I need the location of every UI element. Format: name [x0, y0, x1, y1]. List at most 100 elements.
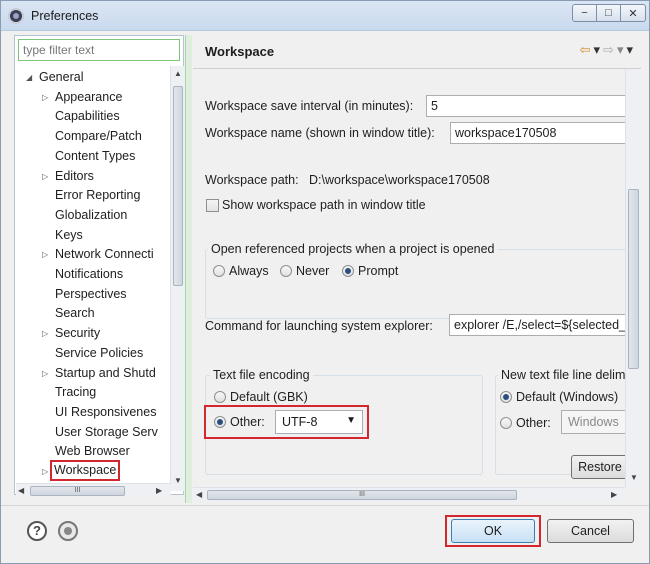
open-projects-group: Open referenced projects when a project …: [205, 242, 625, 319]
dropdown-arrow-icon: ▼: [346, 415, 356, 426]
open-always-radio[interactable]: [213, 265, 225, 277]
tree-item-label: Capabilities: [55, 109, 120, 124]
tree-item-label: Tracing: [55, 385, 97, 400]
workspace-name-field[interactable]: workspace170508: [450, 122, 625, 144]
ok-button[interactable]: OK: [451, 519, 535, 543]
tree-item-label: Error Reporting: [55, 188, 141, 203]
maximize-button[interactable]: □: [596, 4, 621, 22]
filter-input[interactable]: type filter text: [18, 39, 180, 61]
page-scroll-thumb[interactable]: [628, 189, 639, 369]
tree-item-label: Compare/Patch: [55, 129, 142, 144]
line-other-select[interactable]: Windows: [561, 410, 625, 434]
tree-item-label: UI Responsivenes: [55, 404, 157, 419]
expand-icon[interactable]: ▷: [42, 364, 48, 383]
page-scroll-left-icon[interactable]: ◀: [196, 490, 202, 499]
open-projects-legend: Open referenced projects when a project …: [208, 242, 498, 256]
eclipse-icon: [8, 8, 24, 24]
forward-arrow-icon[interactable]: ⇨: [603, 42, 614, 58]
tree-item-label: Network Connecti: [55, 247, 154, 262]
encoding-select[interactable]: UTF-8 ▼: [275, 410, 363, 434]
page-scroll-down-icon[interactable]: ▼: [630, 473, 638, 482]
page-hscroll-thumb[interactable]: III: [207, 490, 517, 500]
tree-item-label: Perspectives: [55, 286, 127, 301]
open-never-label: Never: [296, 264, 330, 278]
tree-vertical-scrollbar[interactable]: ▲ ▼: [170, 66, 184, 491]
tree-item-label: Globalization: [55, 207, 128, 222]
page-navigation: ⇦ ▾ ⇨ ▾ ▾: [580, 42, 633, 58]
encoding-other-label: Other:: [230, 415, 265, 429]
back-arrow-icon[interactable]: ⇦: [580, 42, 591, 58]
expand-icon[interactable]: ▷: [42, 88, 48, 107]
line-default-label: Default (Windows): [516, 390, 619, 404]
page-title: Workspace: [205, 44, 275, 59]
open-always-label: Always: [229, 264, 269, 278]
tree-item-label: Keys: [55, 227, 83, 242]
save-interval-field[interactable]: 5: [426, 95, 625, 117]
workspace-path-label: Workspace path:: [205, 173, 299, 187]
tree-item-label: Startup and Shutd: [55, 365, 156, 380]
collapse-icon[interactable]: ◢: [26, 68, 32, 87]
scroll-right-icon[interactable]: ▶: [156, 486, 162, 495]
encoding-select-value: UTF-8: [282, 415, 318, 429]
panel-sash[interactable]: [185, 35, 192, 503]
line-default-radio[interactable]: [500, 391, 512, 403]
tree-item-label: Service Policies: [55, 345, 144, 360]
workspace-name-label: Workspace name (shown in window title):: [205, 126, 435, 140]
restore-button[interactable]: Restore: [571, 455, 625, 479]
tree-item-label: Search: [55, 306, 95, 321]
tree-item-label: Web Browser: [55, 444, 130, 459]
window-title: Preferences: [31, 9, 99, 23]
tree-item-label: General: [39, 70, 84, 84]
tree-item-label: Content Types: [55, 148, 136, 163]
page-scroll-right-icon[interactable]: ▶: [611, 490, 617, 499]
forward-menu-icon[interactable]: ▾: [617, 42, 624, 58]
explorer-command-label: Command for launching system explorer:: [205, 319, 433, 333]
line-other-radio[interactable]: [500, 417, 512, 429]
help-icon[interactable]: ?: [27, 521, 47, 541]
minimize-button[interactable]: −: [572, 4, 597, 22]
encoding-default-radio[interactable]: [214, 391, 226, 403]
expand-icon[interactable]: ▷: [42, 167, 48, 186]
close-button[interactable]: ✕: [620, 4, 646, 22]
encoding-other-radio[interactable]: [214, 416, 226, 428]
line-delimiter-legend: New text file line delim: [498, 368, 625, 382]
tree-item-label: User Storage Serv: [55, 424, 158, 439]
tree-hscroll-thumb[interactable]: III: [30, 486, 125, 496]
expand-icon[interactable]: ▷: [42, 324, 48, 343]
tree-item-label: Workspace: [50, 460, 121, 481]
show-path-checkbox[interactable]: [206, 199, 219, 212]
tree-item-label: Appearance: [55, 89, 123, 104]
line-other-label: Other:: [516, 416, 551, 430]
open-never-radio[interactable]: [280, 265, 292, 277]
preference-tree-panel: type filter text ◢ General ▷ Appearance Capa…: [14, 35, 184, 495]
show-path-label: Show workspace path in window title: [222, 198, 426, 212]
tree-horizontal-scrollbar[interactable]: ◀ III ▶: [16, 483, 171, 497]
scroll-up-icon[interactable]: ▲: [174, 69, 182, 78]
page-horizontal-scrollbar[interactable]: ◀ III ▶: [193, 487, 625, 501]
title-bar: Preferences − □ ✕: [1, 1, 649, 31]
preference-tree: ◢ General ▷ Appearance Capabilities Compare/P…: [18, 66, 168, 486]
open-prompt-radio[interactable]: [342, 265, 354, 277]
scroll-down-icon[interactable]: ▼: [174, 476, 182, 485]
open-prompt-label: Prompt: [358, 264, 399, 278]
cancel-button[interactable]: Cancel: [547, 519, 634, 543]
save-interval-label: Workspace save interval (in minutes):: [205, 99, 414, 113]
expand-icon[interactable]: ▷: [42, 462, 48, 481]
tree-item-label: Security: [55, 326, 101, 341]
tree-scroll-thumb[interactable]: [173, 86, 183, 286]
expand-icon[interactable]: ▷: [42, 245, 48, 264]
encoding-default-label: Default (GBK): [230, 390, 308, 404]
page-content: Workspace save interval (in minutes): 5 …: [193, 69, 625, 487]
import-export-icon[interactable]: [58, 521, 78, 541]
preferences-window: Preferences − □ ✕ type filter text ◢ Gene…: [0, 0, 650, 564]
back-menu-icon[interactable]: ▾: [594, 42, 601, 58]
tree-item-label: Notifications: [55, 267, 124, 281]
explorer-command-field[interactable]: explorer /E,/select=${selected_: [449, 314, 625, 336]
tree-item-label: Editors: [55, 168, 94, 183]
encoding-legend: Text file encoding: [210, 368, 313, 382]
workspace-path-value: D:\workspace\workspace170508: [309, 173, 490, 187]
scroll-left-icon[interactable]: ◀: [18, 486, 24, 495]
page-vertical-scrollbar[interactable]: ▼: [625, 69, 641, 487]
bottom-separator: [1, 505, 649, 506]
view-menu-icon[interactable]: ▾: [626, 42, 633, 58]
